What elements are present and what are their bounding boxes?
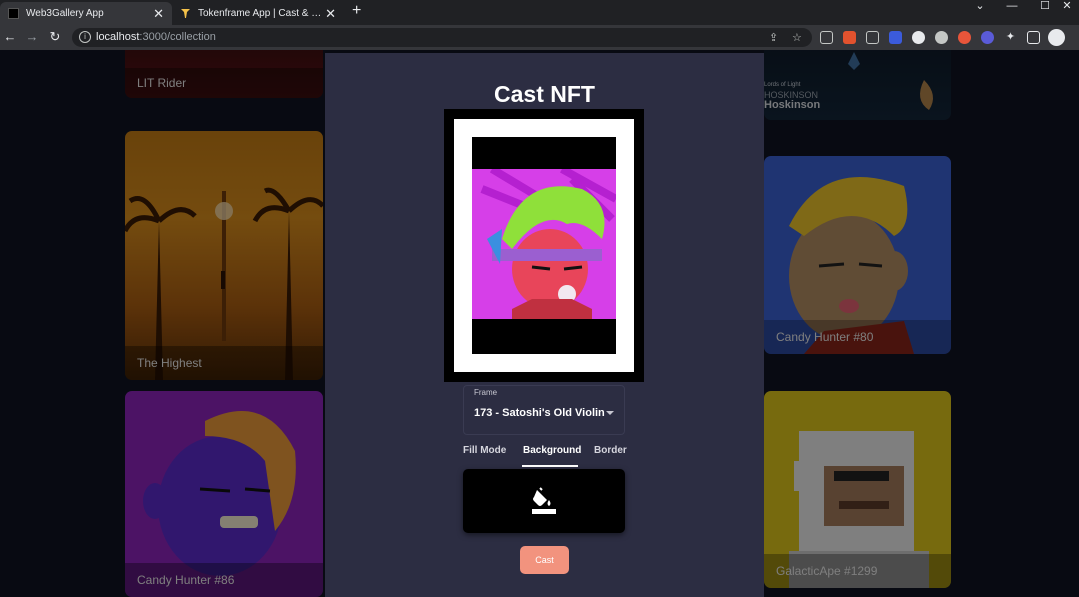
extension-fox-icon[interactable] bbox=[958, 31, 971, 44]
forward-icon[interactable]: → bbox=[24, 29, 40, 45]
back-icon[interactable]: ← bbox=[2, 29, 18, 45]
extension-badge-icon[interactable] bbox=[981, 31, 994, 44]
frame-select-label: Frame bbox=[474, 388, 498, 397]
profile-avatar[interactable] bbox=[1048, 29, 1065, 46]
tokenframe-favicon-icon bbox=[181, 9, 190, 18]
tab-title: Tokenframe App | Cast & Display bbox=[198, 8, 322, 19]
cast-button[interactable]: Cast bbox=[520, 546, 569, 574]
browser-tabstrip: Web3Gallery App ✕ Tokenframe App | Cast … bbox=[0, 0, 1079, 25]
option-tabs: Fill Mode Background Border bbox=[460, 445, 630, 467]
reload-icon[interactable]: ↻ bbox=[47, 29, 63, 45]
extension-circle-icon[interactable] bbox=[912, 31, 925, 44]
tab-background[interactable]: Background bbox=[523, 445, 581, 456]
tab-title: Web3Gallery App bbox=[26, 8, 104, 19]
tab-fill-mode[interactable]: Fill Mode bbox=[463, 445, 506, 456]
extension-gear-icon[interactable] bbox=[935, 31, 948, 44]
frame-select[interactable]: Frame 173 - Satoshi's Old Violin bbox=[463, 385, 625, 435]
frame-preview bbox=[444, 109, 644, 382]
gallery-page: LIT Rider The Highest Candy Hunter #86 L… bbox=[0, 50, 1079, 597]
share-icon[interactable]: ⇪ bbox=[769, 31, 778, 44]
address-bar[interactable]: i localhost:3000/collection ⇪ ☆ bbox=[72, 28, 812, 47]
address-url[interactable]: localhost:3000/collection bbox=[96, 31, 216, 43]
new-tab-icon[interactable]: + bbox=[352, 2, 361, 20]
tab-border[interactable]: Border bbox=[594, 445, 627, 456]
close-window-icon[interactable]: ✕ bbox=[1052, 0, 1079, 12]
nft-artwork bbox=[472, 169, 616, 319]
browser-tab-web3gallery[interactable]: Web3Gallery App ✕ bbox=[0, 2, 172, 25]
background-color-picker[interactable] bbox=[463, 469, 625, 533]
side-panel-icon[interactable] bbox=[1027, 31, 1040, 44]
app-favicon-icon bbox=[8, 8, 19, 19]
site-info-icon[interactable]: i bbox=[79, 31, 91, 43]
browser-toolbar: ← → ↻ i localhost:3000/collection ⇪ ☆ ✦ bbox=[0, 25, 1079, 50]
minimize-icon[interactable]: — bbox=[997, 0, 1027, 12]
frame-border bbox=[454, 119, 634, 372]
bookmark-star-icon[interactable]: ☆ bbox=[792, 31, 802, 44]
browser-tab-tokenframe[interactable]: Tokenframe App | Cast & Display ✕ bbox=[172, 2, 344, 25]
extension-reader-icon[interactable] bbox=[820, 31, 833, 44]
close-tab-icon[interactable]: ✕ bbox=[325, 6, 336, 22]
nft-artwork-image bbox=[472, 169, 616, 319]
tab-search-icon[interactable]: ⌄ bbox=[965, 0, 995, 12]
modal-title: Cast NFT bbox=[494, 81, 595, 107]
extensions-puzzle-icon[interactable]: ✦ bbox=[1004, 31, 1017, 44]
cast-nft-modal: Cast NFT Frame 173 - Satoshi's Old Violi… bbox=[325, 53, 764, 597]
chevron-down-icon bbox=[606, 411, 614, 415]
frame-select-value: 173 - Satoshi's Old Violin bbox=[474, 407, 605, 419]
extension-wallet-icon[interactable] bbox=[866, 31, 879, 44]
extension-shield-icon[interactable] bbox=[889, 31, 902, 44]
frame-mat bbox=[472, 137, 616, 354]
active-tab-indicator bbox=[522, 465, 578, 467]
close-tab-icon[interactable]: ✕ bbox=[153, 6, 164, 22]
paint-bucket-icon bbox=[532, 487, 556, 514]
extension-metamask-icon[interactable] bbox=[843, 31, 856, 44]
